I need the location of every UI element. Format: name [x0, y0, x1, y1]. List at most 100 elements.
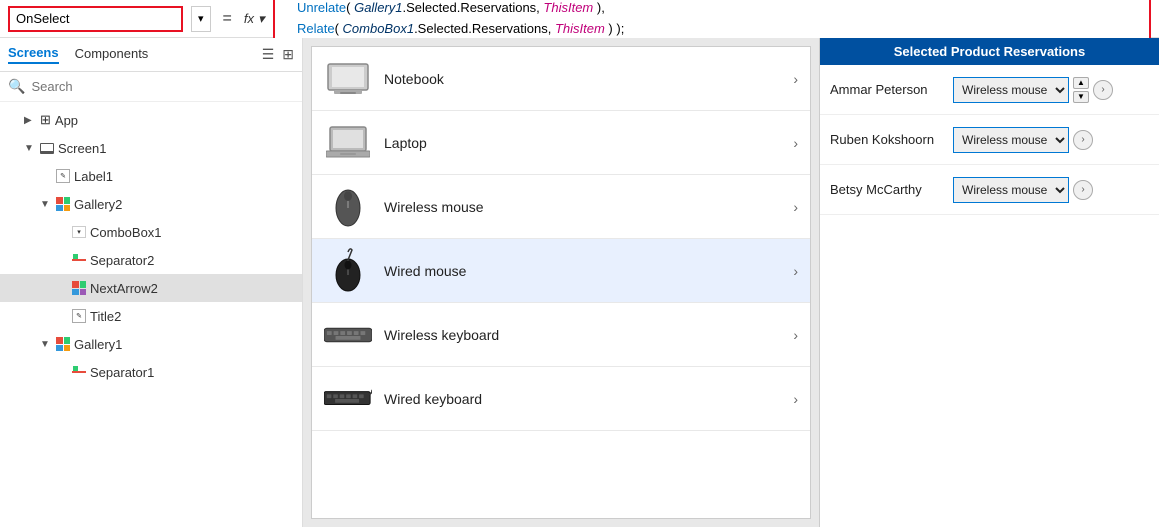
right-panel: Selected Product Reservations Ammar Pete…	[819, 38, 1159, 527]
tab-icons: ☰ ⊞	[262, 46, 294, 63]
tree-label-nextarrow2: NextArrow2	[90, 281, 158, 296]
chevron-right-laptop: ›	[793, 135, 798, 151]
chevron-right-wmouse: ›	[793, 199, 798, 215]
component-tree: ▶ ⊞ App ▼ Screen1 ▶ ✎ Label1 ▼ Gallery2	[0, 102, 302, 527]
tree-item-gallery1[interactable]: ▼ Gallery1	[0, 330, 302, 358]
betsy-combo[interactable]: Wireless mouse	[953, 177, 1069, 203]
betsy-nav-btn[interactable]: ›	[1073, 180, 1093, 200]
tree-label-gallery1: Gallery1	[74, 337, 122, 352]
gallery-row-wkeyboard[interactable]: Wireless keyboard ›	[312, 303, 810, 367]
formula-line-3: Relate( ComboBox1.Selected.Reservations,…	[283, 19, 1141, 40]
search-input[interactable]	[31, 79, 294, 94]
middle-area: Notebook › Laptop › Wireless mouse ›	[303, 38, 819, 527]
gallery1-icon	[56, 337, 70, 351]
product-name-wiredkeyboard: Wired keyboard	[384, 391, 793, 407]
product-name-wmouse: Wireless mouse	[384, 199, 793, 215]
tree-item-title2[interactable]: ▶ ✎ Title2	[0, 302, 302, 330]
search-icon: 🔍	[8, 78, 25, 95]
product-name-notebook: Notebook	[384, 71, 793, 87]
separator1-icon	[72, 365, 86, 379]
tree-label-app: App	[55, 113, 78, 128]
ammar-step-buttons: ▲ ▼	[1073, 77, 1089, 103]
tree-label-screen1: Screen1	[58, 141, 106, 156]
gallery-row-laptop[interactable]: Laptop ›	[312, 111, 810, 175]
fx-arrow[interactable]: ▾	[258, 11, 265, 27]
tree-item-screen1[interactable]: ▼ Screen1	[0, 134, 302, 162]
chevron-right-wkeyboard: ›	[793, 327, 798, 343]
tree-item-label1[interactable]: ▶ ✎ Label1	[0, 162, 302, 190]
search-row: 🔍	[0, 72, 302, 102]
ammar-controls: Wireless mouse ▲ ▼ ›	[953, 77, 1113, 103]
tree-label-separator1: Separator1	[90, 365, 154, 380]
combobox-icon: ▾	[72, 226, 86, 238]
event-dropdown[interactable]: ▾	[191, 6, 211, 32]
screen-icon	[40, 143, 54, 154]
wiredkeyboard-img	[324, 379, 372, 419]
gallery-row-notebook[interactable]: Notebook ›	[312, 47, 810, 111]
app-icon: ⊞	[40, 112, 51, 128]
expand-arrow-screen1: ▼	[24, 143, 36, 154]
laptop-img	[324, 123, 372, 163]
reservation-row-ammar: Ammar Peterson Wireless mouse ▲ ▼ ›	[820, 65, 1159, 115]
tree-label-separator2: Separator2	[90, 253, 154, 268]
wmouse-img	[324, 187, 372, 227]
product-name-wiredmouse: Wired mouse	[384, 263, 793, 279]
expand-arrow-gallery1: ▼	[40, 339, 52, 350]
tree-item-app[interactable]: ▶ ⊞ App	[0, 106, 302, 134]
tree-label-title2: Title2	[90, 309, 121, 324]
gallery-row-wmouse[interactable]: Wireless mouse ›	[312, 175, 810, 239]
ammar-combo[interactable]: Wireless mouse	[953, 77, 1069, 103]
event-selector[interactable]	[8, 6, 183, 32]
tab-components[interactable]: Components	[75, 46, 149, 63]
product-name-laptop: Laptop	[384, 135, 793, 151]
gallery-row-wiredkeyboard[interactable]: Wired keyboard ›	[312, 367, 810, 431]
equals-sign: =	[219, 10, 236, 28]
tab-screens[interactable]: Screens	[8, 45, 59, 64]
reservation-row-ruben: Ruben Kokshoorn Wireless mouse ›	[820, 115, 1159, 165]
tabs-row: Screens Components ☰ ⊞	[0, 38, 302, 72]
fx-label: fx	[244, 11, 254, 26]
right-panel-header: Selected Product Reservations	[820, 38, 1159, 65]
chevron-right-notebook: ›	[793, 71, 798, 87]
label-icon: ✎	[56, 169, 70, 183]
top-bar: ▾ = fx ▾ If( IsBlank( ComboBox1.Selected…	[0, 0, 1159, 38]
product-gallery: Notebook › Laptop › Wireless mouse ›	[311, 46, 811, 519]
gallery-row-wiredmouse[interactable]: Wired mouse ›	[312, 239, 810, 303]
ruben-nav-btn[interactable]: ›	[1073, 130, 1093, 150]
tree-label-gallery2: Gallery2	[74, 197, 122, 212]
ammar-up-btn[interactable]: ▲	[1073, 77, 1089, 89]
grid-view-icon[interactable]: ⊞	[282, 46, 294, 63]
expand-arrow-app: ▶	[24, 115, 36, 126]
notebook-img	[324, 59, 372, 99]
reservation-name-ruben: Ruben Kokshoorn	[830, 132, 945, 147]
tree-item-separator1[interactable]: ▶ Separator1	[0, 358, 302, 386]
title2-icon: ✎	[72, 309, 86, 323]
formula-line-2: Unrelate( Gallery1.Selected.Reservations…	[283, 0, 1141, 19]
tree-item-separator2[interactable]: ▶ Separator2	[0, 246, 302, 274]
wiredmouse-img	[324, 251, 372, 291]
left-panel: Screens Components ☰ ⊞ 🔍 ▶ ⊞ App ▼ Scree…	[0, 38, 303, 527]
reservation-name-betsy: Betsy McCarthy	[830, 182, 945, 197]
fx-bar: fx ▾	[244, 11, 265, 27]
tree-label-combobox1: ComboBox1	[90, 225, 162, 240]
tree-item-combobox1[interactable]: ▶ ▾ ComboBox1	[0, 218, 302, 246]
reservation-name-ammar: Ammar Peterson	[830, 82, 945, 97]
list-view-icon[interactable]: ☰	[262, 46, 275, 63]
nextarrow2-icon	[72, 281, 86, 295]
tree-label-label1: Label1	[74, 169, 113, 184]
product-name-wkeyboard: Wireless keyboard	[384, 327, 793, 343]
chevron-right-wiredmouse: ›	[793, 263, 798, 279]
reservation-row-betsy: Betsy McCarthy Wireless mouse ›	[820, 165, 1159, 215]
ruben-controls: Wireless mouse ›	[953, 127, 1093, 153]
ammar-nav-btn[interactable]: ›	[1093, 80, 1113, 100]
wkeyboard-img	[324, 315, 372, 355]
tree-item-nextarrow2[interactable]: ▶ NextArrow2	[0, 274, 302, 302]
main-area: Screens Components ☰ ⊞ 🔍 ▶ ⊞ App ▼ Scree…	[0, 38, 1159, 527]
separator2-icon	[72, 253, 86, 267]
tree-item-gallery2[interactable]: ▼ Gallery2	[0, 190, 302, 218]
ammar-down-btn[interactable]: ▼	[1073, 91, 1089, 103]
expand-arrow-gallery2: ▼	[40, 199, 52, 210]
betsy-controls: Wireless mouse ›	[953, 177, 1093, 203]
gallery2-icon	[56, 197, 70, 211]
ruben-combo[interactable]: Wireless mouse	[953, 127, 1069, 153]
